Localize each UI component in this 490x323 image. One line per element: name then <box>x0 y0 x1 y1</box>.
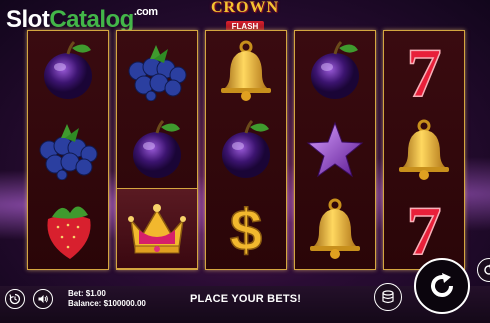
bet-info: Bet: $1.00 Balance: $100000.00 <box>68 289 146 309</box>
game-logo: CROWN FLASH <box>205 0 285 34</box>
logo-title: CROWN <box>210 0 280 16</box>
status-message: PLACE YOUR BETS! <box>190 293 302 305</box>
svg-text:$: $ <box>230 198 262 262</box>
symbol-plum <box>28 31 108 110</box>
autoplay-button[interactable] <box>477 258 490 282</box>
balance-amount: Balance: $100000.00 <box>68 299 146 308</box>
symbol-seven: 7 <box>384 31 464 110</box>
svg-text:7: 7 <box>407 38 442 104</box>
reel-5: 7 7 <box>383 30 465 270</box>
svg-text:7: 7 <box>407 196 442 262</box>
spin-button[interactable] <box>414 258 470 314</box>
symbol-seven: 7 <box>384 189 464 268</box>
symbol-plum <box>206 110 286 189</box>
history-button[interactable] <box>5 289 25 309</box>
reel-1 <box>27 30 109 270</box>
symbol-star <box>295 110 375 189</box>
reel-3: $ <box>205 30 287 270</box>
reel-2 <box>116 30 198 270</box>
symbol-bell <box>295 189 375 268</box>
symbol-dollar: $ <box>206 189 286 268</box>
symbol-blueberries <box>28 110 108 189</box>
speaker-icon <box>38 295 48 303</box>
history-icon <box>9 293 21 305</box>
symbol-strawberry <box>28 189 108 268</box>
reel-4 <box>294 30 376 270</box>
sound-button[interactable] <box>33 289 53 309</box>
symbol-blueberries <box>117 31 197 110</box>
symbol-bell <box>206 31 286 110</box>
symbol-plum <box>117 110 197 189</box>
watermark-part3: .com <box>133 6 158 18</box>
watermark-part2: Catalog <box>49 6 134 33</box>
bet-button[interactable] <box>374 283 402 311</box>
coins-icon <box>382 290 394 304</box>
autoplay-icon <box>484 264 490 275</box>
watermark-part1: Slot <box>6 6 50 33</box>
symbol-crown <box>116 188 198 269</box>
bet-amount: Bet: $1.00 <box>68 289 106 298</box>
spin-icon <box>431 273 453 297</box>
symbol-plum <box>295 31 375 110</box>
symbol-bell <box>384 110 464 189</box>
